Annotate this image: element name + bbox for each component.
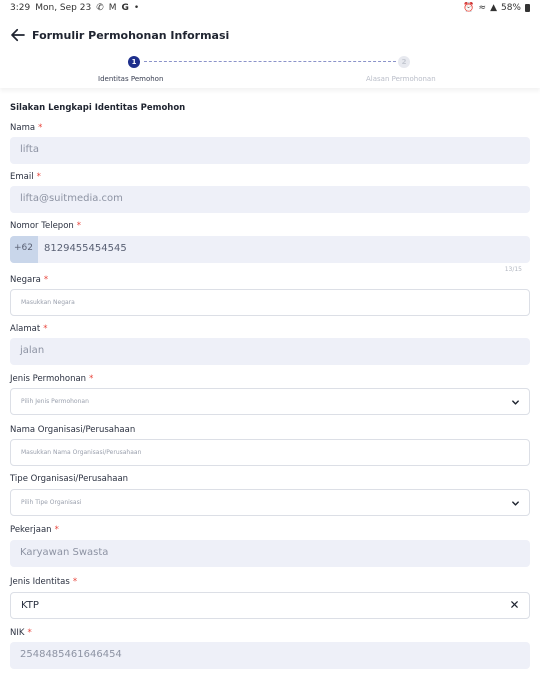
nama-value: lifta — [20, 144, 39, 155]
email-label: Email * — [10, 172, 41, 182]
nik-value: 2548485461646454 — [20, 649, 122, 660]
pekerjaan-label: Pekerjaan * — [10, 525, 59, 535]
email-label-text: Email — [10, 172, 34, 182]
negara-placeholder: Masukkan Negara — [21, 299, 75, 306]
alamat-label: Alamat * — [10, 324, 47, 334]
page-title: Formulir Permohonan Informasi — [32, 29, 230, 42]
negara-input[interactable]: Masukkan Negara — [10, 289, 530, 316]
nama-field[interactable]: lifta — [10, 137, 530, 164]
alamat-label-text: Alamat — [10, 324, 41, 334]
telepon-label: Nomor Telepon * — [10, 221, 81, 231]
country-code-prefix: +62 — [10, 236, 38, 263]
jenis-identitas-value: KTP — [21, 600, 39, 611]
gmail-icon: M — [108, 3, 117, 13]
status-bar: 3:29 Mon, Sep 23 ✆ M G • ⏰ ≈ ▲ 58% — [0, 0, 540, 16]
jenis-permohonan-select[interactable]: Pilih Jenis Permohonan — [10, 388, 530, 415]
step-2-label: Alasan Permohonan — [366, 75, 436, 83]
telepon-value: 8129455454545 — [44, 243, 127, 254]
telepon-label-text: Nomor Telepon — [10, 221, 74, 231]
alamat-value: jalan — [20, 345, 45, 356]
dot-icon: • — [133, 3, 140, 13]
country-code: +62 — [14, 243, 33, 253]
google-icon: G — [121, 3, 129, 13]
alamat-field[interactable]: jalan — [10, 338, 530, 365]
battery-icon — [525, 4, 530, 12]
chevron-down-icon — [512, 400, 519, 405]
jenis-identitas-select[interactable]: KTP — [10, 592, 530, 619]
tipe-organisasi-select[interactable]: Pilih Tipe Organisasi — [10, 489, 530, 516]
step-2-indicator: 2 — [398, 56, 410, 68]
required-mark: * — [89, 374, 94, 384]
nama-label-text: Nama — [10, 123, 36, 133]
required-mark: * — [76, 221, 82, 231]
status-time: 3:29 — [10, 3, 31, 13]
pekerjaan-label-text: Pekerjaan — [10, 525, 52, 535]
nama-organisasi-placeholder: Masukkan Nama Organisasi/Perusahaan — [21, 449, 142, 456]
whatsapp-icon: ✆ — [96, 3, 104, 13]
back-arrow-icon[interactable] — [9, 26, 27, 44]
required-mark: * — [43, 324, 48, 334]
nik-field[interactable]: 2548485461646454 — [10, 642, 530, 669]
tipe-organisasi-placeholder: Pilih Tipe Organisasi — [21, 499, 82, 506]
tipe-organisasi-label: Tipe Organisasi/Perusahaan — [10, 474, 129, 484]
required-mark: * — [27, 628, 32, 638]
step-1-label: Identitas Pemohon — [98, 75, 164, 83]
step-1-indicator: 1 — [128, 56, 140, 68]
jenis-permohonan-label: Jenis Permohonan * — [10, 374, 93, 384]
telepon-field[interactable]: +62 8129455454545 — [10, 236, 530, 263]
nama-label: Nama * — [10, 123, 42, 133]
clear-icon[interactable] — [510, 600, 519, 609]
pekerjaan-value: Karyawan Swasta — [20, 547, 109, 558]
email-field[interactable]: lifta@suitmedia.com — [10, 186, 530, 213]
app-bar: Formulir Permohonan Informasi — [0, 24, 540, 48]
status-date: Mon, Sep 23 — [35, 3, 92, 13]
nama-organisasi-input[interactable]: Masukkan Nama Organisasi/Perusahaan — [10, 439, 530, 466]
required-mark: * — [43, 275, 49, 285]
nik-label-text: NIK — [10, 628, 25, 638]
nik-label: NIK * — [10, 628, 32, 638]
jenis-identitas-label-text: Jenis Identitas — [10, 577, 70, 587]
negara-label: Negara * — [10, 275, 48, 285]
chevron-down-icon — [512, 501, 519, 506]
nama-organisasi-label: Nama Organisasi/Perusahaan — [10, 425, 136, 435]
required-mark: * — [38, 123, 43, 133]
jenis-permohonan-placeholder: Pilih Jenis Permohonan — [21, 398, 89, 405]
email-value: lifta@suitmedia.com — [20, 193, 123, 204]
step-connector — [144, 61, 396, 62]
required-mark: * — [72, 577, 78, 587]
pekerjaan-field[interactable]: Karyawan Swasta — [10, 540, 530, 567]
wifi-icon: ≈ — [478, 3, 487, 13]
signal-icon: ▲ — [490, 3, 497, 13]
battery-level: 58% — [500, 3, 521, 13]
jenis-permohonan-label-text: Jenis Permohonan — [10, 374, 87, 384]
progress-stepper: 1 2 Identitas Pemohon Alasan Permohonan — [0, 54, 540, 88]
required-mark: * — [36, 172, 41, 182]
char-counter: 13/15 — [504, 266, 522, 273]
required-mark: * — [54, 525, 59, 535]
section-title: Silakan Lengkapi Identitas Pemohon — [10, 103, 186, 113]
negara-label-text: Negara — [10, 275, 41, 285]
jenis-identitas-label: Jenis Identitas * — [10, 577, 77, 587]
alarm-icon: ⏰ — [463, 3, 475, 13]
